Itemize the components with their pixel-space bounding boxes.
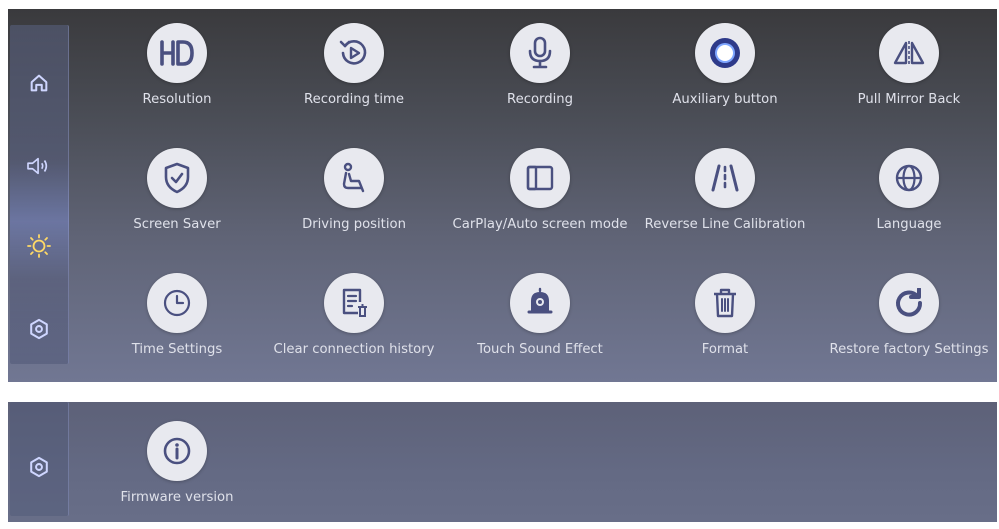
info-icon [163, 437, 191, 465]
time-settings-icon-circle [147, 273, 207, 333]
brightness-icon [27, 234, 51, 258]
volume-icon [27, 157, 48, 175]
clear-history-icon-circle [324, 273, 384, 333]
reverse-line-icon-circle [695, 148, 755, 208]
hd-icon [160, 40, 194, 66]
sidebar-item-brightness[interactable] [10, 231, 68, 261]
mirror-icon-circle [879, 23, 939, 83]
screen-mode-icon-circle [510, 148, 570, 208]
setting-label: Screen Saver [133, 217, 221, 232]
setting-touch-sound-effect[interactable]: Touch Sound Effect [445, 273, 635, 360]
setting-resolution[interactable]: Resolution [82, 23, 272, 110]
mirror-icon [893, 41, 925, 65]
setting-restore-factory-settings[interactable]: Restore factory Settings [814, 273, 997, 360]
setting-pull-mirror-back[interactable]: Pull Mirror Back [814, 23, 997, 110]
recording-icon-circle [510, 23, 570, 83]
home-icon [30, 74, 48, 92]
sidebar-item-settings[interactable] [10, 452, 68, 482]
firmware-icon-circle [147, 421, 207, 481]
setting-driving-position[interactable]: Driving position [259, 148, 449, 235]
globe-icon [895, 164, 923, 192]
auxiliary-icon-circle [695, 23, 755, 83]
setting-label: Recording time [304, 92, 404, 107]
setting-label: Recording [507, 92, 573, 107]
driving-position-icon-circle [324, 148, 384, 208]
settings-icon [30, 318, 48, 340]
sidebar [10, 25, 69, 364]
trash-icon [714, 288, 736, 318]
setting-label: Pull Mirror Back [857, 92, 961, 107]
sidebar-item-home[interactable] [10, 68, 68, 98]
setting-label: Restore factory Settings [829, 342, 989, 357]
setting-label: Resolution [142, 92, 212, 107]
setting-label: CarPlay/Auto screen mode [452, 217, 628, 232]
setting-label: Time Settings [131, 342, 223, 357]
settings-icon [30, 456, 48, 478]
settings-screen-page2: Firmware version [8, 402, 997, 522]
reverse-line-icon [711, 164, 739, 192]
setting-label: Language [876, 217, 942, 232]
screen-saver-icon-circle [147, 148, 207, 208]
seat-icon [342, 162, 365, 193]
sidebar-item-volume[interactable] [10, 151, 68, 181]
setting-language[interactable]: Language [814, 148, 997, 235]
setting-auxiliary-button[interactable]: Auxiliary button [630, 23, 820, 110]
setting-reverse-line-calibration[interactable]: Reverse Line Calibration [630, 148, 820, 235]
setting-recording[interactable]: Recording [445, 23, 635, 110]
setting-label: Format [701, 342, 749, 357]
replay-icon [339, 40, 367, 65]
restore-icon-circle [879, 273, 939, 333]
setting-label: Firmware version [120, 490, 234, 505]
clear-history-icon [342, 288, 367, 317]
setting-label: Reverse Line Calibration [644, 217, 806, 232]
setting-carplay-screen-mode[interactable]: CarPlay/Auto screen mode [445, 148, 635, 235]
sidebar [10, 402, 69, 516]
format-icon-circle [695, 273, 755, 333]
sidebar-item-settings[interactable] [10, 314, 68, 344]
resolution-icon-circle [147, 23, 207, 83]
setting-label: Driving position [302, 217, 406, 232]
setting-firmware-version[interactable]: Firmware version [82, 421, 272, 508]
restore-icon [896, 288, 923, 317]
microphone-icon [528, 36, 552, 69]
bell-icon [527, 287, 553, 314]
clock-icon [163, 289, 191, 317]
setting-clear-connection-history[interactable]: Clear connection history [259, 273, 449, 360]
setting-format[interactable]: Format [630, 273, 820, 360]
settings-screen: Resolution Recording time Recording Auxi… [8, 9, 997, 382]
split-screen-icon [526, 165, 554, 191]
language-icon-circle [879, 148, 939, 208]
setting-label: Clear connection history [273, 342, 435, 357]
dot-icon [710, 38, 740, 68]
setting-label: Touch Sound Effect [477, 342, 603, 357]
setting-recording-time[interactable]: Recording time [259, 23, 449, 110]
setting-time-settings[interactable]: Time Settings [82, 273, 272, 360]
setting-screen-saver[interactable]: Screen Saver [82, 148, 272, 235]
touch-sound-icon-circle [510, 273, 570, 333]
recording-time-icon-circle [324, 23, 384, 83]
setting-label: Auxiliary button [672, 92, 778, 107]
shield-icon [164, 162, 190, 194]
